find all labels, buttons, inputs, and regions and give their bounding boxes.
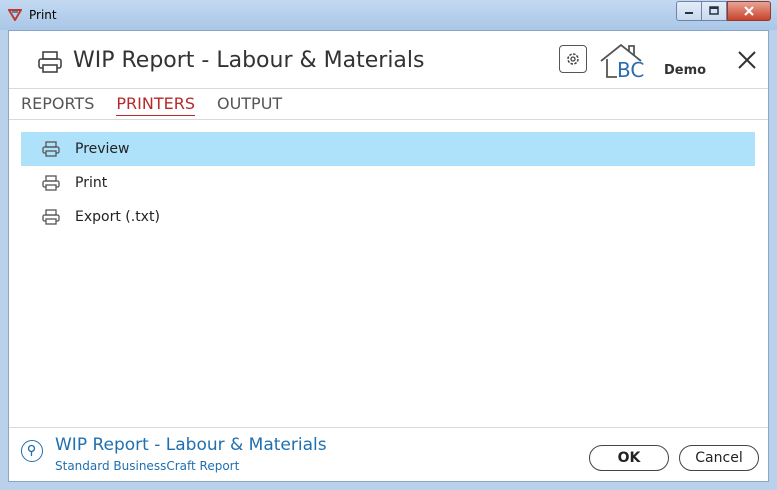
company-logo: BC — [599, 41, 655, 82]
close-icon — [744, 6, 754, 16]
footer-divider — [9, 427, 768, 428]
brand-label: Demo — [664, 63, 707, 78]
window-close-button[interactable] — [727, 1, 771, 21]
list-item[interactable]: Preview — [21, 132, 755, 166]
list-item[interactable]: Export (.txt) — [21, 200, 755, 234]
printer-list: Preview Print Export (.txt) — [21, 132, 755, 234]
report-subtitle: Standard BusinessCraft Report — [55, 459, 240, 473]
minimize-icon — [685, 12, 693, 14]
printer-icon — [38, 51, 62, 73]
help-icon[interactable] — [21, 440, 43, 462]
app-icon — [8, 9, 22, 21]
tab-bar: REPORTS PRINTERS OUTPUT — [21, 94, 282, 116]
maximize-button[interactable] — [701, 1, 727, 21]
dialog-content: WIP Report - Labour & Materials BC Demo … — [8, 30, 769, 482]
tab-output[interactable]: OUTPUT — [217, 94, 282, 116]
cancel-button[interactable]: Cancel — [679, 445, 759, 471]
tabs-divider — [9, 119, 768, 120]
window-controls — [676, 1, 771, 21]
list-item-label: Preview — [75, 141, 130, 157]
list-item-label: Export (.txt) — [75, 209, 160, 225]
printer-icon — [42, 209, 60, 225]
settings-button[interactable] — [559, 45, 587, 73]
list-item[interactable]: Print — [21, 166, 755, 200]
page-title: WIP Report - Labour & Materials — [73, 48, 425, 73]
list-item-label: Print — [75, 175, 108, 191]
header-divider — [9, 88, 768, 89]
tab-printers[interactable]: PRINTERS — [116, 94, 195, 116]
maximize-icon — [709, 6, 719, 15]
report-title: WIP Report - Labour & Materials — [55, 435, 327, 455]
minimize-button[interactable] — [676, 1, 701, 21]
window-titlebar[interactable]: Print — [0, 0, 777, 30]
svg-text:BC: BC — [617, 58, 644, 81]
tab-reports[interactable]: REPORTS — [21, 94, 94, 116]
window-title: Print — [29, 8, 57, 22]
gear-icon — [567, 53, 579, 65]
printer-icon — [42, 141, 60, 157]
printer-icon — [42, 175, 60, 191]
close-icon[interactable] — [737, 50, 757, 70]
ok-button[interactable]: OK — [589, 445, 669, 471]
